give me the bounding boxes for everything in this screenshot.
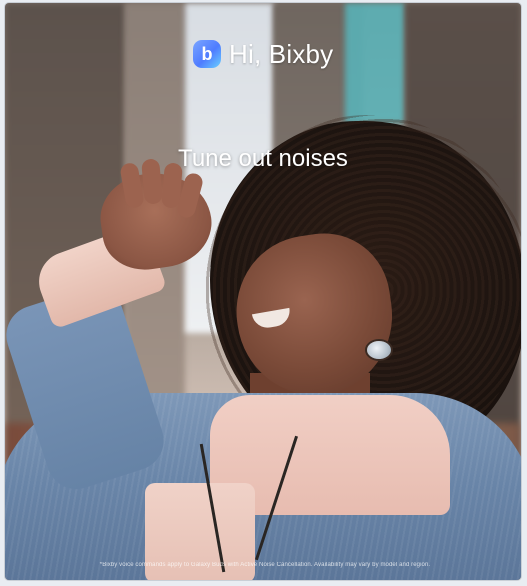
disclaimer-text: *Bixby voice commands apply to Galaxy Bu… [99,562,431,568]
headline: Tune out noises [178,145,348,172]
ad-card[interactable]: b Hi, Bixby Tune out noises *Bixby voice… [5,3,521,580]
brand-header: b Hi, Bixby [193,37,333,71]
background-building [345,3,405,123]
brand-title: Hi, Bixby [229,38,334,69]
bixby-icon: b [193,40,221,68]
earbud-image [367,341,391,359]
